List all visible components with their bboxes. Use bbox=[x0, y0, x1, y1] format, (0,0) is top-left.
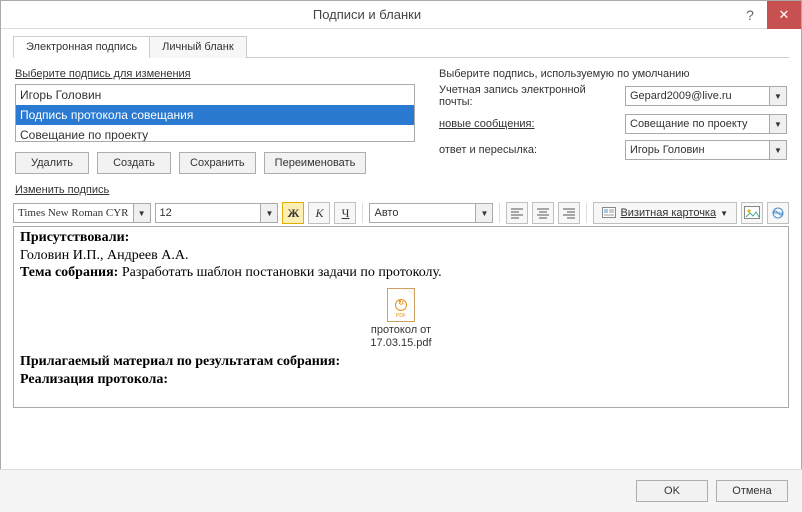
tab-stationery[interactable]: Личный бланк bbox=[149, 36, 247, 58]
signature-listbox[interactable]: Игорь Головин Подпись протокола совещани… bbox=[15, 84, 415, 142]
cancel-button[interactable]: Отмена bbox=[716, 480, 788, 502]
account-value: Gepard2009@live.ru bbox=[626, 90, 769, 102]
list-item[interactable]: Подпись протокола совещания bbox=[16, 105, 414, 125]
list-item[interactable]: Игорь Головин bbox=[16, 85, 414, 105]
select-signature-label: Выберите подпись для изменения bbox=[15, 68, 415, 80]
align-left-icon bbox=[510, 207, 524, 219]
card-icon bbox=[602, 207, 616, 219]
reply-combo[interactable]: Игорь Головин ▼ bbox=[625, 140, 787, 160]
attach-name-2: 17.03.15.pdf bbox=[20, 337, 782, 351]
realization-label: Реализация протокола: bbox=[20, 372, 168, 387]
new-messages-label: новые сообщения: bbox=[439, 118, 619, 130]
font-size-combo[interactable]: 12 ▼ bbox=[155, 203, 279, 223]
titlebar: Подписи и бланки ? ✕ bbox=[1, 1, 801, 29]
business-card-button[interactable]: Визитная карточка ▼ bbox=[593, 202, 737, 224]
chevron-down-icon: ▼ bbox=[769, 141, 786, 159]
attendees-text: Головин И.П., Андреев А.А. bbox=[20, 248, 188, 263]
save-button[interactable]: Сохранить bbox=[179, 152, 256, 174]
attachment[interactable]: ↻PDF протокол от 17.03.15.pdf bbox=[20, 288, 782, 352]
default-signature-label: Выберите подпись, используемую по умолча… bbox=[439, 68, 787, 80]
insert-picture-button[interactable] bbox=[741, 202, 763, 224]
picture-icon bbox=[744, 206, 760, 220]
align-center-button[interactable] bbox=[532, 202, 554, 224]
tabstrip: Электронная подпись Личный бланк bbox=[13, 35, 789, 58]
help-button[interactable]: ? bbox=[733, 1, 767, 29]
window-title: Подписи и бланки bbox=[1, 7, 733, 22]
edit-signature-label: Изменить подпись bbox=[15, 184, 787, 196]
insert-hyperlink-button[interactable] bbox=[767, 202, 789, 224]
attach-name-1: протокол от bbox=[20, 324, 782, 338]
editor-toolbar: Times New Roman CYR ▼ 12 ▼ Ж К Ч Авто ▼ … bbox=[13, 200, 789, 226]
dialog-footer: OK Отмена bbox=[0, 469, 802, 512]
topic-label: Тема собрания: bbox=[20, 265, 118, 280]
chevron-down-icon: ▼ bbox=[769, 115, 786, 133]
align-left-button[interactable] bbox=[506, 202, 528, 224]
topic-text: Разработать шаблон постановки задачи по … bbox=[118, 265, 441, 280]
tab-signatures[interactable]: Электронная подпись bbox=[13, 36, 150, 58]
link-icon bbox=[770, 206, 786, 220]
new-messages-combo[interactable]: Совещание по проекту ▼ bbox=[625, 114, 787, 134]
list-item[interactable]: Совещание по проекту bbox=[16, 125, 414, 142]
chevron-down-icon: ▼ bbox=[133, 204, 150, 222]
reply-label: ответ и пересылка: bbox=[439, 144, 619, 156]
close-button[interactable]: ✕ bbox=[767, 1, 801, 29]
delete-button[interactable]: Удалить bbox=[15, 152, 89, 174]
align-right-button[interactable] bbox=[558, 202, 580, 224]
font-color-combo[interactable]: Авто ▼ bbox=[369, 203, 493, 223]
align-center-icon bbox=[536, 207, 550, 219]
font-family-combo[interactable]: Times New Roman CYR ▼ bbox=[13, 203, 151, 223]
account-label: Учетная запись электронной почты: bbox=[439, 84, 619, 108]
rename-button[interactable]: Переименовать bbox=[264, 152, 367, 174]
reply-value: Игорь Головин bbox=[626, 144, 769, 156]
separator bbox=[362, 203, 363, 223]
material-label: Прилагаемый материал по результатам собр… bbox=[20, 354, 340, 369]
create-button[interactable]: Создать bbox=[97, 152, 171, 174]
pdf-icon: ↻PDF bbox=[387, 288, 415, 322]
attendees-label: Присутствовали: bbox=[20, 230, 129, 245]
chevron-down-icon: ▼ bbox=[475, 204, 492, 222]
chevron-down-icon: ▼ bbox=[720, 209, 728, 218]
chevron-down-icon: ▼ bbox=[260, 204, 277, 222]
new-messages-value: Совещание по проекту bbox=[626, 118, 769, 130]
ok-button[interactable]: OK bbox=[636, 480, 708, 502]
separator bbox=[586, 203, 587, 223]
separator bbox=[499, 203, 500, 223]
chevron-down-icon: ▼ bbox=[769, 87, 786, 105]
italic-button[interactable]: К bbox=[308, 202, 330, 224]
bold-button[interactable]: Ж bbox=[282, 202, 304, 224]
align-right-icon bbox=[562, 207, 576, 219]
signature-editor[interactable]: Присутствовали: Головин И.П., Андреев А.… bbox=[13, 226, 789, 408]
account-combo[interactable]: Gepard2009@live.ru ▼ bbox=[625, 86, 787, 106]
underline-button[interactable]: Ч bbox=[334, 202, 356, 224]
